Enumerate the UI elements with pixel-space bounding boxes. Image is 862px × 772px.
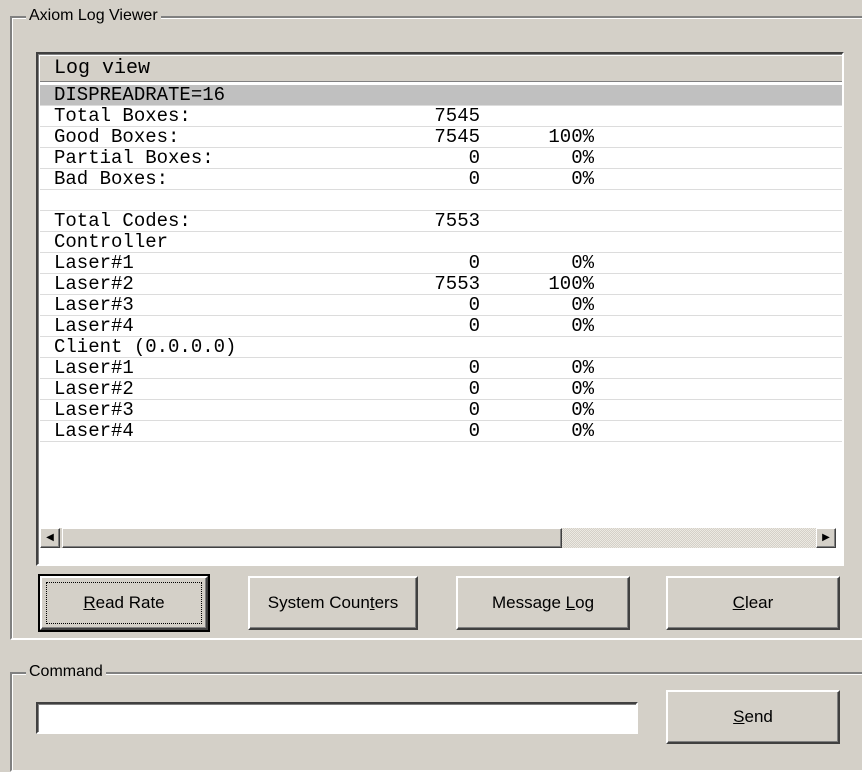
log-row[interactable]: Laser#1 0 0% (40, 357, 842, 379)
log-row-count: 0 (468, 357, 480, 379)
log-row-label: Laser#4 (54, 315, 134, 337)
system-counters-button[interactable]: System Counters (248, 576, 418, 630)
log-row-percent: 100% (548, 273, 594, 295)
log-row-count: 7545 (434, 105, 480, 127)
log-row-label: Laser#1 (54, 252, 134, 274)
log-row-count: 7545 (434, 126, 480, 148)
log-row-percent: 0% (571, 399, 594, 421)
scroll-left-button[interactable]: ◀ (40, 528, 60, 548)
system-counters-label: System Counters (267, 593, 399, 612)
log-list-header[interactable]: Log view (40, 56, 842, 82)
send-label: Send (733, 707, 773, 726)
log-row[interactable]: Laser#2 0 0% (40, 378, 842, 400)
log-row-label: Laser#4 (54, 420, 134, 442)
log-row-label: Partial Boxes: (54, 147, 214, 169)
log-row-count: 0 (468, 294, 480, 316)
log-row-label: Total Boxes: (54, 105, 191, 127)
log-row-percent: 0% (571, 147, 594, 169)
log-row-count: 0 (468, 147, 480, 169)
log-row[interactable]: Laser#3 0 0% (40, 399, 842, 421)
log-row-count: 0 (468, 399, 480, 421)
log-row-percent: 0% (571, 357, 594, 379)
log-row-percent: 0% (571, 294, 594, 316)
log-row-count: 0 (468, 252, 480, 274)
scroll-right-button[interactable]: ▶ (816, 528, 836, 548)
log-row-label: Good Boxes: (54, 126, 180, 148)
log-viewer-group-title: Axiom Log Viewer (26, 6, 161, 26)
log-row[interactable]: Good Boxes: 7545 100% (40, 126, 842, 148)
scroll-left-arrow-icon: ◀ (46, 532, 54, 543)
log-row-count: 7553 (434, 210, 480, 232)
log-row-count: 0 (468, 168, 480, 190)
log-row-label: DISPREADRATE=16 (54, 84, 226, 106)
log-row-percent: 0% (571, 420, 594, 442)
log-row-label: Laser#1 (54, 357, 134, 379)
clear-button[interactable]: Clear (666, 576, 840, 630)
log-row-percent: 0% (571, 378, 594, 400)
log-rows: DISPREADRATE=16 Total Boxes: 7545 Good Boxe… (40, 84, 842, 442)
log-row[interactable]: Total Codes: 7553 (40, 210, 842, 232)
log-row-label: Client (0.0.0.0) (54, 336, 237, 358)
log-row[interactable]: Client (0.0.0.0) (40, 336, 842, 358)
command-input[interactable] (36, 702, 638, 734)
log-row[interactable]: Partial Boxes: 0 0% (40, 147, 842, 169)
log-row[interactable]: Controller (40, 231, 842, 253)
scroll-right-arrow-icon: ▶ (822, 532, 830, 543)
send-button[interactable]: Send (666, 690, 840, 744)
message-log-label: Message Log (491, 593, 595, 612)
log-row-label: Laser#2 (54, 273, 134, 295)
log-row[interactable]: Bad Boxes: 0 0% (40, 168, 842, 190)
log-list[interactable]: Log view DISPREADRATE=16 Total Boxes: 7545… (36, 52, 844, 566)
log-row-count: 0 (468, 378, 480, 400)
log-row-percent: 0% (571, 315, 594, 337)
command-group-title: Command (26, 662, 106, 682)
log-row[interactable]: Laser#2 7553 100% (40, 273, 842, 295)
log-row[interactable]: Laser#1 0 0% (40, 252, 842, 274)
log-row-percent: 100% (548, 126, 594, 148)
log-row-count: 7553 (434, 273, 480, 295)
log-row-percent: 0% (571, 252, 594, 274)
log-row-label: Laser#3 (54, 294, 134, 316)
log-row[interactable]: Laser#4 0 0% (40, 315, 842, 337)
log-row-label: Laser#3 (54, 399, 134, 421)
log-row[interactable]: Laser#3 0 0% (40, 294, 842, 316)
log-row-label: Total Codes: (54, 210, 191, 232)
log-row[interactable]: DISPREADRATE=16 (40, 84, 842, 106)
log-row-label: Laser#2 (54, 378, 134, 400)
log-row-count: 0 (468, 420, 480, 442)
log-row-count: 0 (468, 315, 480, 337)
message-log-button[interactable]: Message Log (456, 576, 630, 630)
horizontal-scrollbar[interactable]: ◀ ▶ (40, 528, 836, 548)
log-row-label: Bad Boxes: (54, 168, 169, 190)
scrollbar-thumb[interactable] (62, 528, 562, 548)
read-rate-button[interactable]: Read Rate (38, 574, 210, 632)
log-row[interactable]: Laser#4 0 0% (40, 420, 842, 442)
log-row[interactable]: Total Boxes: 7545 (40, 105, 842, 127)
focus-rectangle (46, 582, 202, 624)
log-row-percent: 0% (571, 168, 594, 190)
log-row-label: Controller (54, 231, 169, 253)
log-row[interactable] (40, 190, 842, 211)
clear-label: Clear (732, 593, 774, 612)
